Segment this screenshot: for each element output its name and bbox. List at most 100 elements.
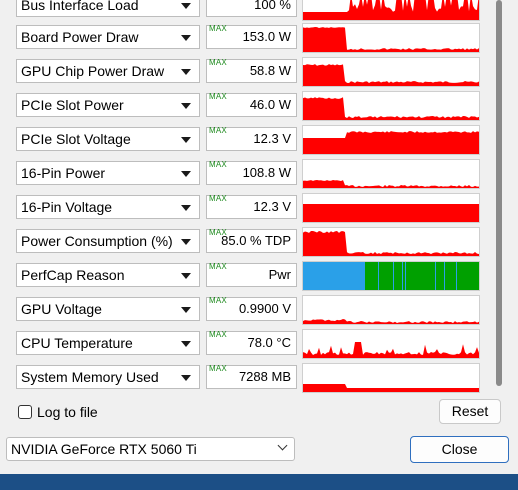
sensor-row: PerfCap Reason MAX Pwr: [0, 259, 518, 293]
sensor-name-dropdown[interactable]: 16-Pin Power: [16, 161, 200, 185]
dropdown-arrow-icon: [181, 103, 191, 109]
sensor-name: Power Consumption (%): [21, 233, 173, 249]
sensor-row: GPU Voltage MAX 0.9900 V: [0, 293, 518, 327]
perfcap-blue-stripe: [378, 262, 379, 290]
scrollbar[interactable]: [496, 0, 502, 386]
dropdown-arrow-icon: [181, 375, 191, 381]
sensor-value: 7288 MB: [238, 369, 291, 384]
graph-fill: [303, 204, 479, 222]
sensor-name: 16-Pin Voltage: [21, 199, 113, 215]
graph-fill: [303, 97, 479, 120]
graph-fill: [303, 27, 479, 52]
max-label: MAX: [209, 262, 227, 271]
max-label: MAX: [209, 330, 227, 339]
sensor-name-dropdown[interactable]: System Memory Used: [16, 365, 200, 389]
sensor-graph: [302, 363, 480, 393]
graph-fill: [303, 319, 479, 324]
sensor-graph: [302, 57, 480, 87]
gpu-select-dropdown[interactable]: NVIDIA GeForce RTX 5060 Ti: [6, 437, 295, 461]
sensor-row: Bus Interface Load 100 %: [0, 0, 518, 23]
perfcap-blue-stripe: [393, 262, 394, 290]
sensor-name-dropdown[interactable]: Power Consumption (%): [16, 229, 200, 253]
sensor-name-dropdown[interactable]: GPU Chip Power Draw: [16, 59, 200, 83]
sensor-row: CPU Temperature MAX 78.0 °C: [0, 327, 518, 361]
sensor-graph: [302, 329, 480, 359]
close-button[interactable]: Close: [410, 436, 509, 463]
sensor-value-box: MAX 12.3 V: [206, 126, 297, 151]
max-label: MAX: [209, 296, 227, 305]
sensor-graph: [302, 91, 480, 121]
sensor-graph: [302, 159, 480, 189]
log-to-file-toggle[interactable]: Log to file: [18, 403, 98, 421]
max-label: MAX: [209, 160, 227, 169]
sensor-name: GPU Voltage: [21, 301, 102, 317]
gpu-sensor-panel: Bus Interface Load 100 % Board Power Dra…: [0, 0, 518, 490]
perfcap-green-band: [365, 262, 479, 290]
max-label: MAX: [209, 228, 227, 237]
dropdown-arrow-icon: [181, 273, 191, 279]
sensor-name-dropdown[interactable]: Board Power Draw: [16, 25, 200, 49]
sensor-name-dropdown[interactable]: PCIe Slot Power: [16, 93, 200, 117]
graph-fill: [303, 342, 479, 358]
sensor-value: 12.3 V: [253, 199, 291, 214]
sensor-value: 153.0 W: [242, 29, 291, 44]
sensor-value-box: MAX 153.0 W: [206, 24, 297, 49]
max-label: MAX: [209, 194, 227, 203]
taskbar-strip: [0, 474, 518, 490]
sensor-graph: [302, 0, 480, 21]
chevron-down-icon: [277, 440, 288, 451]
sensor-row: PCIe Slot Voltage MAX 12.3 V: [0, 123, 518, 157]
sensor-value: 100 %: [254, 0, 291, 12]
dropdown-arrow-icon: [181, 3, 191, 9]
sensor-name: PCIe Slot Voltage: [21, 131, 131, 147]
sensor-name-dropdown[interactable]: Bus Interface Load: [16, 0, 200, 17]
dropdown-arrow-icon: [181, 137, 191, 143]
reset-button[interactable]: Reset: [439, 399, 501, 424]
sensor-row: 16-Pin Power MAX 108.8 W: [0, 157, 518, 191]
dropdown-arrow-icon: [181, 341, 191, 347]
sensor-name: System Memory Used: [21, 369, 159, 385]
sensor-name: 16-Pin Power: [21, 165, 106, 181]
sensor-value-box: MAX 7288 MB: [206, 364, 297, 389]
sensor-graph: [302, 261, 480, 291]
sensor-name-dropdown[interactable]: CPU Temperature: [16, 331, 200, 355]
sensor-name: CPU Temperature: [21, 335, 133, 351]
sensor-value-box: MAX 12.3 V: [206, 194, 297, 219]
sensor-graph: [302, 193, 480, 223]
sensor-row: GPU Chip Power Draw MAX 58.8 W: [0, 55, 518, 89]
sensor-name: Board Power Draw: [21, 29, 139, 45]
log-to-file-label: Log to file: [37, 404, 98, 420]
dropdown-arrow-icon: [181, 307, 191, 313]
sensor-value: 12.3 V: [253, 131, 291, 146]
sensor-name-dropdown[interactable]: PerfCap Reason: [16, 263, 200, 287]
sensor-value: 108.8 W: [242, 165, 291, 180]
sensor-graph: [302, 23, 480, 53]
sensor-value: 58.8 W: [249, 63, 291, 78]
sensor-value: 85.0 % TDP: [221, 233, 291, 248]
sensor-name: GPU Chip Power Draw: [21, 63, 165, 79]
sensor-value-box: MAX 108.8 W: [206, 160, 297, 185]
sensor-value: 78.0 °C: [247, 335, 291, 350]
sensor-row: Board Power Draw MAX 153.0 W: [0, 21, 518, 55]
graph-fill: [303, 131, 479, 154]
sensor-value-box: MAX 78.0 °C: [206, 330, 297, 355]
perfcap-blue-stripe: [402, 262, 403, 290]
gpu-select-value: NVIDIA GeForce RTX 5060 Ti: [11, 441, 197, 457]
graph-fill: [303, 231, 479, 256]
log-to-file-checkbox[interactable]: [18, 405, 32, 419]
max-label: MAX: [209, 364, 227, 373]
sensor-name-dropdown[interactable]: PCIe Slot Voltage: [16, 127, 200, 151]
graph-fill: [303, 180, 479, 188]
sensor-row: Power Consumption (%) MAX 85.0 % TDP: [0, 225, 518, 259]
sensor-value-box: MAX 0.9900 V: [206, 296, 297, 321]
perfcap-blue-stripe: [360, 262, 361, 290]
sensor-name-dropdown[interactable]: GPU Voltage: [16, 297, 200, 321]
sensor-value-box: MAX 58.8 W: [206, 58, 297, 83]
dropdown-arrow-icon: [181, 69, 191, 75]
perfcap-blue-stripe: [351, 262, 353, 290]
sensor-name-dropdown[interactable]: 16-Pin Voltage: [16, 195, 200, 219]
sensor-value-box: MAX 46.0 W: [206, 92, 297, 117]
perfcap-blue-stripe: [435, 262, 436, 290]
sensor-value: 46.0 W: [249, 97, 291, 112]
sensor-value: Pwr: [268, 267, 291, 282]
